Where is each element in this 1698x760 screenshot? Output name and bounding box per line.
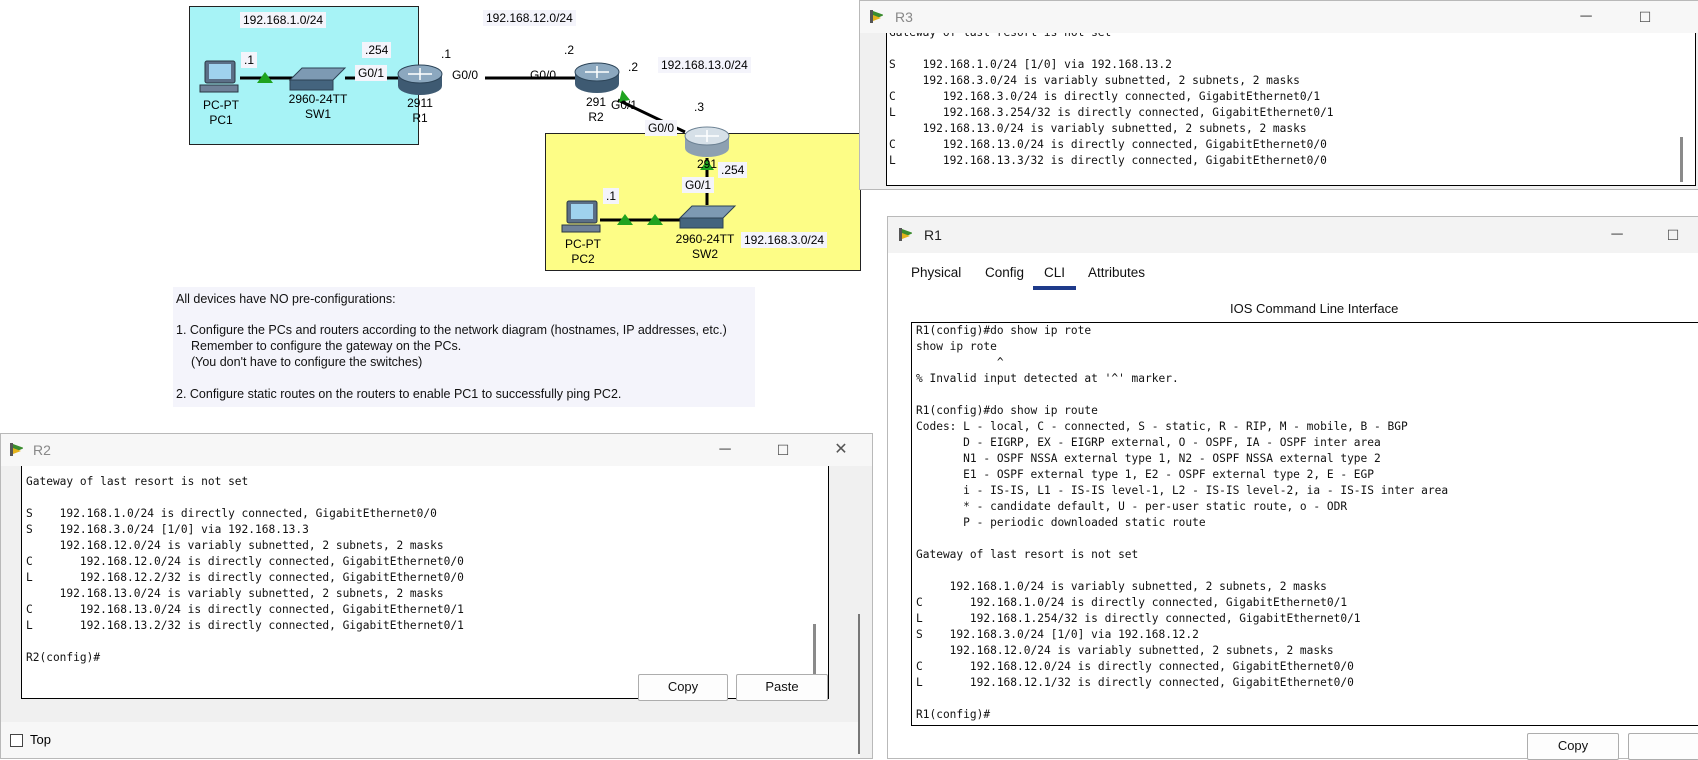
switch-icon <box>288 67 347 91</box>
interface-label: G0/0 <box>645 120 678 136</box>
interface-label: G0/1 <box>611 98 638 112</box>
router-icon <box>397 64 443 95</box>
net-label: 192.168.12.0/24 <box>483 10 576 26</box>
packet-tracer-icon <box>899 228 912 241</box>
copy-button[interactable]: Copy <box>1527 733 1619 760</box>
instructions-step1b: Remember to configure the gateway on the… <box>191 339 462 353</box>
net-label: 192.168.1.0/24 <box>240 12 327 28</box>
r2-scrollbar[interactable] <box>813 624 816 674</box>
ip-label: .254 <box>718 162 748 178</box>
interface-label: G0/1 <box>682 177 715 193</box>
maximize-icon[interactable]: ☐ <box>1662 224 1684 246</box>
pc1-icon <box>199 60 239 93</box>
r1-terminal-output: R1(config)#do show ip rote show ip rote … <box>916 324 1449 721</box>
instructions-step1: 1. Configure the PCs and routers accordi… <box>176 323 727 337</box>
r3-terminal[interactable]: Gateway of last resort is not set S 192.… <box>886 33 1696 186</box>
r2-terminal-output: Gateway of last resort is not set S 192.… <box>26 475 464 664</box>
router-icon <box>684 126 730 157</box>
close-icon[interactable]: ✕ <box>830 439 852 461</box>
r3-scrollbar[interactable] <box>1680 137 1683 182</box>
net-label: 192.168.13.0/24 <box>658 57 751 73</box>
r2-footer: Top <box>1 722 860 758</box>
instructions-step1c: (You don't have to configure the switche… <box>191 355 423 369</box>
instructions-note: All devices have NO pre-configurations: … <box>173 287 755 407</box>
copy-button[interactable]: Copy <box>638 674 728 701</box>
r1-titlebar[interactable]: R1 ─ ☐ <box>888 217 1698 253</box>
tab-config[interactable]: Config <box>985 265 1024 280</box>
pc1-label: PC-PT PC1 <box>203 98 239 127</box>
ip-label: .2 <box>628 60 639 74</box>
paste-button[interactable]: Paste <box>736 674 828 701</box>
pc2-icon <box>561 200 601 233</box>
r2-window-scrollbar[interactable] <box>858 614 860 754</box>
switch-icon <box>678 205 737 229</box>
r3-label: 291 <box>696 157 718 171</box>
r1-label: 2911 R1 <box>407 96 433 125</box>
packet-tracer-icon <box>10 443 23 456</box>
r3-window[interactable]: R3 ─ ☐ Gateway of last resort is not set… <box>859 0 1698 190</box>
r2-window-title: R2 <box>33 442 51 458</box>
top-checkbox[interactable] <box>10 734 23 747</box>
paste-button[interactable] <box>1628 733 1698 760</box>
ip-label: .1 <box>241 52 258 68</box>
r2-terminal[interactable]: Gateway of last resort is not set S 192.… <box>21 466 829 699</box>
tab-cli[interactable]: CLI <box>1044 265 1065 280</box>
minimize-icon[interactable]: ─ <box>714 439 736 461</box>
instructions-step2: 2. Configure static routes on the router… <box>176 387 622 401</box>
sw1-label: 2960-24TT SW1 <box>288 92 348 121</box>
r3-window-title: R3 <box>895 9 913 25</box>
ip-label: .1 <box>441 47 452 61</box>
tab-physical[interactable]: Physical <box>911 265 961 280</box>
ip-label: .3 <box>694 100 705 114</box>
ip-label: .2 <box>564 43 575 57</box>
ip-label: .1 <box>603 188 620 204</box>
r2-titlebar[interactable]: R2 ─ ☐ ✕ <box>1 434 872 466</box>
r3-titlebar[interactable]: R3 ─ ☐ <box>860 1 1698 33</box>
active-tab-indicator <box>1033 286 1076 290</box>
r1-window-title: R1 <box>924 227 942 243</box>
interface-label: G0/1 <box>355 65 388 81</box>
minimize-icon[interactable]: ─ <box>1606 224 1628 246</box>
tab-attributes[interactable]: Attributes <box>1088 265 1145 280</box>
pc2-label: PC-PT PC2 <box>565 237 601 266</box>
r3-terminal-output: Gateway of last resort is not set S 192.… <box>889 33 1334 167</box>
minimize-icon[interactable]: ─ <box>1575 6 1597 28</box>
top-checkbox-label: Top <box>30 732 51 747</box>
interface-label: G0/0 <box>530 68 557 82</box>
r2-window[interactable]: R2 ─ ☐ ✕ Gateway of last resort is not s… <box>0 433 873 759</box>
r1-terminal[interactable]: R1(config)#do show ip rote show ip rote … <box>911 322 1698 726</box>
maximize-icon[interactable]: ☐ <box>772 439 794 461</box>
sw2-label: 2960-24TT SW2 <box>675 232 735 261</box>
cli-header: IOS Command Line Interface <box>1230 301 1399 316</box>
ip-label: .254 <box>362 42 392 58</box>
maximize-icon[interactable]: ☐ <box>1634 6 1656 28</box>
packet-tracer-icon <box>870 10 883 23</box>
r2-label: 291 R2 <box>585 95 607 124</box>
instructions-intro: All devices have NO pre-configurations: <box>176 292 396 306</box>
net-label: 192.168.3.0/24 <box>741 232 828 248</box>
router-icon <box>574 62 620 93</box>
interface-label: G0/0 <box>452 68 479 82</box>
